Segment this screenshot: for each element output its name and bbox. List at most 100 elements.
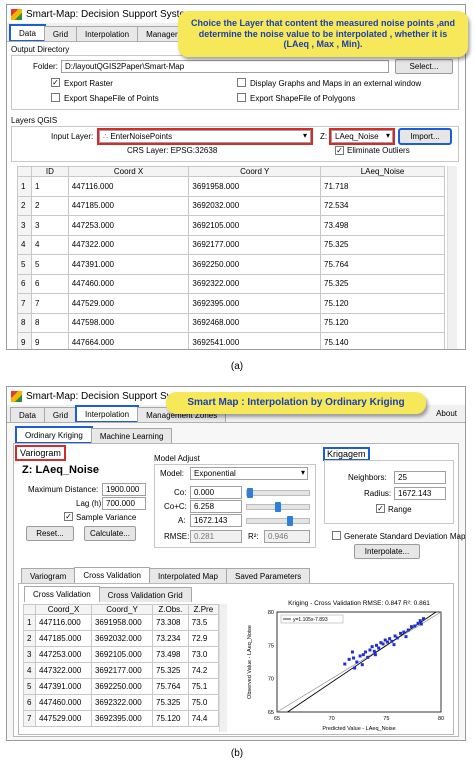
table-cell[interactable]: 3692250.000 <box>188 254 322 275</box>
table-cell[interactable]: 75.0 <box>187 694 220 711</box>
table-cell[interactable]: 4 <box>31 234 69 255</box>
interpolate-button[interactable]: Interpolate... <box>354 544 420 559</box>
table-row[interactable]: 4 447322.000 3692177.000 75.325 74.2 <box>23 662 220 679</box>
eliminate-outliers-checkbox[interactable]: ✓ <box>335 146 344 155</box>
tab-cross-validation[interactable]: Cross Validation <box>74 567 150 583</box>
column-header[interactable]: Coord X <box>67 166 190 177</box>
reset-button[interactable]: Reset... <box>26 526 74 541</box>
table-cell[interactable]: 447185.000 <box>35 630 92 647</box>
table-cell[interactable]: 75.140 <box>320 332 445 349</box>
folder-field[interactable]: D:/layoutQGIS2Paper\Smart-Map <box>61 60 389 73</box>
table-cell[interactable]: 75.120 <box>320 293 445 314</box>
table-cell[interactable]: 447185.000 <box>67 195 190 216</box>
tab-ordinary-kriging[interactable]: Ordinary Kriging <box>15 426 93 444</box>
table-cell[interactable]: 75.325 <box>320 234 445 255</box>
tab-interpolation[interactable]: Interpolation <box>76 26 139 41</box>
export-polygons-checkbox[interactable] <box>237 93 246 102</box>
sample-variance-checkbox[interactable]: ✓ <box>64 512 73 521</box>
max-distance-field[interactable]: 1900.000 <box>102 483 146 496</box>
table-scrollbar[interactable] <box>447 166 457 349</box>
table-cell[interactable]: 75.120 <box>152 710 189 727</box>
table-cell[interactable]: 3692177.000 <box>188 234 322 255</box>
table-cell[interactable]: 74.2 <box>187 662 220 679</box>
table-cell[interactable]: 73.0 <box>187 646 220 663</box>
table-cell[interactable]: 8 <box>31 312 69 333</box>
table-cell[interactable]: 3692032.000 <box>90 630 154 647</box>
table-cell[interactable]: 3 <box>31 215 69 236</box>
table-cell[interactable]: 75.764 <box>152 678 189 695</box>
table-cell[interactable]: 447116.000 <box>67 176 190 197</box>
cv-table-scrollbar[interactable] <box>219 604 227 732</box>
table-row[interactable]: 6 6 447460.000 3692322.000 75.325 <box>17 273 445 294</box>
table-cell[interactable]: 3692105.000 <box>90 646 154 663</box>
table-cell[interactable]: 3692395.000 <box>188 293 322 314</box>
table-cell[interactable]: 447253.000 <box>67 215 190 236</box>
about-link[interactable]: About <box>436 409 457 418</box>
table-cell[interactable]: 3692105.000 <box>188 215 322 236</box>
column-header[interactable]: Z.Obs. <box>152 604 189 615</box>
tab-interpolation[interactable]: Interpolation <box>75 405 140 423</box>
table-cell[interactable]: 447322.000 <box>35 662 92 679</box>
table-cell[interactable]: 71.718 <box>320 176 445 197</box>
table-cell[interactable]: 447460.000 <box>35 694 92 711</box>
table-row[interactable]: 3 3 447253.000 3692105.000 73.498 <box>17 215 445 236</box>
tab-data[interactable]: Data <box>9 24 46 42</box>
radius-field[interactable]: 1672.143 <box>394 487 446 500</box>
table-cell[interactable]: 75.325 <box>152 694 189 711</box>
table-cell[interactable]: 447529.000 <box>67 293 190 314</box>
table-cell[interactable]: 447322.000 <box>67 234 190 255</box>
tab-variogram[interactable]: Variogram <box>21 568 76 583</box>
table-cell[interactable]: 3692541.000 <box>188 332 322 349</box>
table-cell[interactable]: 447598.000 <box>67 312 190 333</box>
table-cell[interactable]: 447116.000 <box>35 614 92 631</box>
table-row[interactable]: 5 5 447391.000 3692250.000 75.764 <box>17 254 445 275</box>
table-cell[interactable]: 74.4 <box>187 710 220 727</box>
table-row[interactable]: 4 4 447322.000 3692177.000 75.325 <box>17 234 445 255</box>
table-row[interactable]: 2 2 447185.000 3692032.000 72.534 <box>17 195 445 216</box>
table-cell[interactable]: 75.325 <box>320 273 445 294</box>
a-slider[interactable] <box>246 516 310 526</box>
table-row[interactable]: 1 447116.000 3691958.000 73.308 73.5 <box>23 614 220 631</box>
tab-data[interactable]: Data <box>10 407 45 422</box>
c0c-slider[interactable] <box>246 502 310 512</box>
c0-slider[interactable] <box>246 488 310 498</box>
table-cell[interactable]: 75.1 <box>187 678 220 695</box>
table-cell[interactable]: 73.308 <box>152 614 189 631</box>
table-cell[interactable]: 6 <box>31 273 69 294</box>
column-header[interactable]: Z.Pre <box>187 604 220 615</box>
select-button[interactable]: Select... <box>395 59 453 74</box>
column-header[interactable]: Coord_Y <box>90 604 154 615</box>
table-row[interactable]: 3 447253.000 3692105.000 73.498 73.0 <box>23 646 220 663</box>
table-cell[interactable]: 73.498 <box>320 215 445 236</box>
table-row[interactable]: 9 9 447664.000 3692541.000 75.140 <box>17 332 445 349</box>
column-header[interactable]: Coord Y <box>188 166 322 177</box>
column-header[interactable]: LAeq_Noise <box>320 166 445 177</box>
table-row[interactable]: 6 447460.000 3692322.000 75.325 75.0 <box>23 694 220 711</box>
table-cell[interactable]: 75.325 <box>152 662 189 679</box>
table-cell[interactable]: 3692395.000 <box>90 710 154 727</box>
export-raster-checkbox[interactable]: ✓ <box>51 78 60 87</box>
import-button[interactable]: Import... <box>398 128 452 145</box>
table-cell[interactable]: 447253.000 <box>35 646 92 663</box>
c0c-field[interactable]: 6.258 <box>190 500 242 513</box>
table-cell[interactable]: 3692468.000 <box>188 312 322 333</box>
table-cell[interactable]: 73.234 <box>152 630 189 647</box>
table-cell[interactable]: 3692177.000 <box>90 662 154 679</box>
c0-slider-handle[interactable] <box>247 488 253 498</box>
table-cell[interactable]: 447391.000 <box>35 678 92 695</box>
table-cell[interactable]: 447460.000 <box>67 273 190 294</box>
model-select[interactable]: Exponential ▾ <box>190 467 308 480</box>
table-row[interactable]: 7 447529.000 3692395.000 75.120 74.4 <box>23 710 220 727</box>
tab-grid[interactable]: Grid <box>43 26 78 41</box>
std-dev-checkbox[interactable] <box>332 531 341 540</box>
column-header[interactable]: ID <box>31 166 69 177</box>
table-cell[interactable]: 75.120 <box>320 312 445 333</box>
table-cell[interactable]: 447664.000 <box>67 332 190 349</box>
tab-machine-learning[interactable]: Machine Learning <box>90 428 173 443</box>
table-cell[interactable]: 2 <box>31 195 69 216</box>
table-cell[interactable]: 3692322.000 <box>188 273 322 294</box>
table-cell[interactable]: 5 <box>31 254 69 275</box>
table-cell[interactable]: 73.498 <box>152 646 189 663</box>
export-points-checkbox[interactable] <box>51 93 60 102</box>
table-row[interactable]: 8 8 447598.000 3692468.000 75.120 <box>17 312 445 333</box>
